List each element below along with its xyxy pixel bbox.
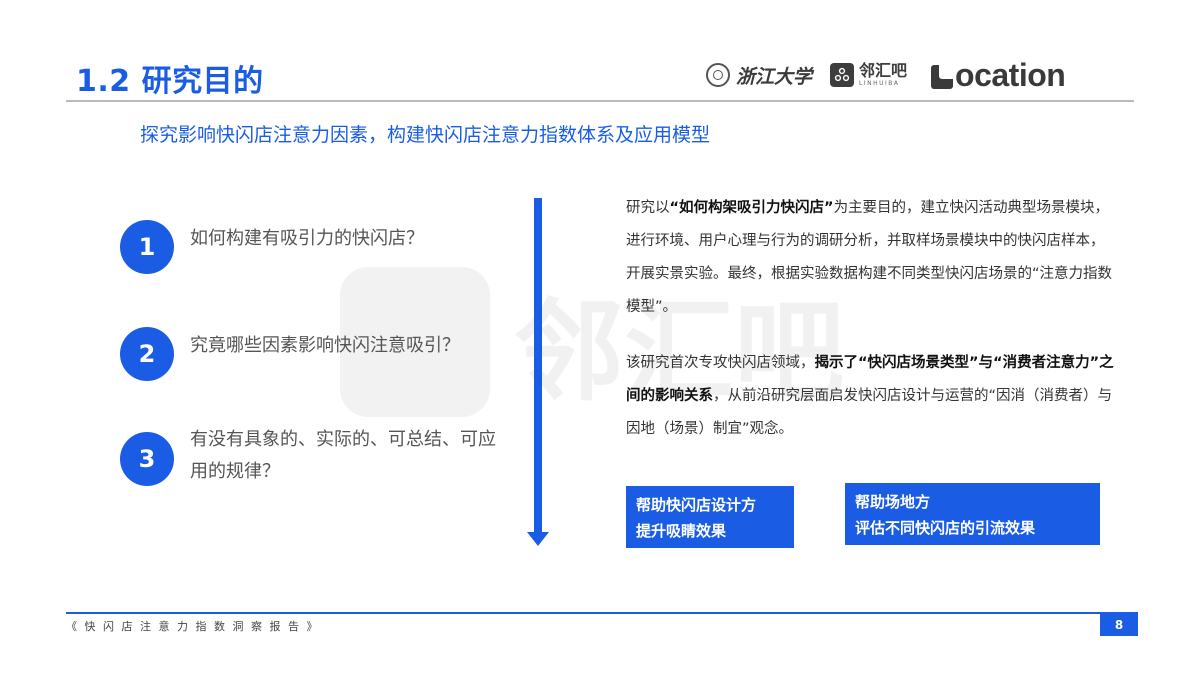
- zju-logo: 浙江大学: [706, 62, 812, 89]
- research-paragraph-1: 研究以“如何构架吸引力快闪店”为主要目的，建立快闪活动典型场景模块，进行环境、用…: [626, 192, 1116, 324]
- location-l-icon: [931, 65, 954, 89]
- zju-logo-text: 浙江大学: [736, 65, 813, 88]
- vertical-divider: [534, 198, 542, 534]
- para2-text-a: 该研究首次专攻快闪店领域，: [626, 355, 815, 371]
- logo-group: 浙江大学 邻汇吧 LINHUIBA ocation: [706, 56, 1066, 94]
- question-item: 3 有没有具象的、实际的、可总结、可应用的规律？: [120, 429, 500, 488]
- footer-report-title: 《 快 闪 店 注 意 力 指 数 洞 察 报 告 》: [66, 620, 320, 633]
- tag-line: 帮助场地方: [855, 493, 931, 511]
- footer-divider: [66, 612, 1138, 614]
- linhuiba-logo: 邻汇吧 LINHUIBA: [830, 63, 907, 87]
- down-arrow-icon: [527, 532, 549, 546]
- header-divider: [66, 100, 1134, 102]
- question-item: 1 如何构建有吸引力的快闪店？: [120, 220, 510, 274]
- research-paragraph-2: 该研究首次专攻快闪店领域，揭示了“快闪店场景类型”与“消费者注意力”之间的影响关…: [626, 347, 1116, 446]
- page-number: 8: [1100, 614, 1138, 636]
- para1-text-a: 研究以: [626, 200, 670, 216]
- page-title: 1.2 研究目的: [76, 64, 264, 99]
- linhuiba-glyph-icon: [834, 67, 850, 82]
- linhuiba-icon: [830, 63, 855, 87]
- linhuiba-logo-cn: 邻汇吧: [859, 61, 908, 80]
- tag-line: 提升吸睛效果: [636, 522, 727, 540]
- zju-emblem-icon: [706, 63, 730, 87]
- subtitle: 探究影响快闪店注意力因素，构建快闪店注意力指数体系及应用模型: [140, 124, 711, 146]
- question-text: 究竟哪些因素影响快闪注意吸引？: [190, 335, 460, 356]
- tag-line: 评估不同快闪店的引流效果: [855, 519, 1036, 537]
- location-logo: ocation: [931, 56, 1066, 94]
- location-logo-text: ocation: [955, 56, 1066, 93]
- tag-box-designers: 帮助快闪店设计方 提升吸睛效果: [626, 486, 794, 548]
- para1-text-b: 为主要目的，建立快闪活动典型场景模块，进行环境、用户心理与行为的调研分析，并取样…: [626, 200, 1113, 315]
- question-text: 如何构建有吸引力的快闪店？: [190, 228, 424, 249]
- question-item: 2 究竟哪些因素影响快闪注意吸引？: [120, 327, 510, 381]
- question-number-badge: 1: [120, 220, 174, 274]
- linhuiba-logo-en: LINHUIBA: [859, 80, 900, 87]
- para1-bold: “如何构架吸引力快闪店”: [669, 200, 834, 216]
- question-text: 有没有具象的、实际的、可总结、可应用的规律？: [190, 429, 496, 482]
- tag-line: 帮助快闪店设计方: [636, 496, 757, 514]
- tag-box-venues: 帮助场地方 评估不同快闪店的引流效果: [845, 483, 1100, 545]
- question-number-badge: 2: [120, 327, 174, 381]
- question-number-badge: 3: [120, 432, 174, 486]
